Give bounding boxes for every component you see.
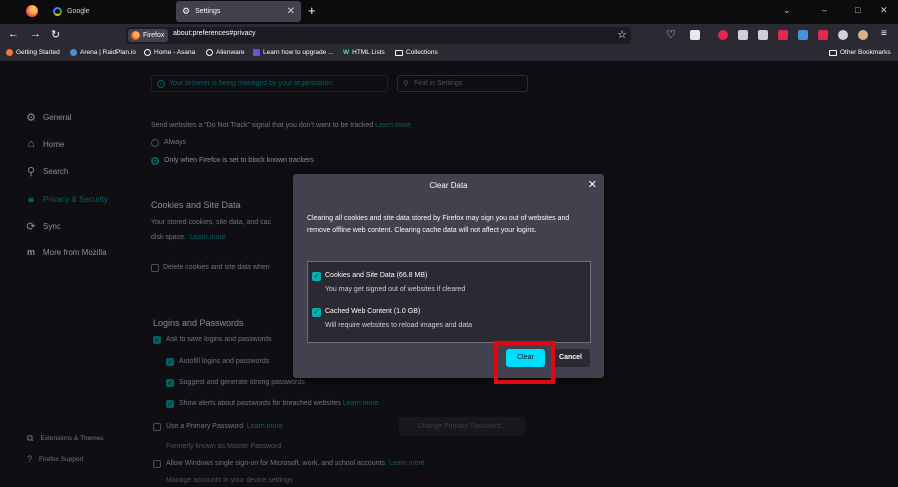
highlight-box: [494, 341, 555, 384]
folder-icon: [395, 49, 403, 56]
cache-option-title[interactable]: Cached Web Content (1.0 GB): [325, 308, 420, 315]
google-favicon-icon: [53, 7, 62, 16]
reload-icon[interactable]: ↻: [51, 28, 60, 41]
gear-icon: ⚙: [182, 6, 191, 16]
cache-option-subtitle: Will require websites to reload images a…: [325, 322, 473, 329]
bookmark-item[interactable]: Getting Started: [6, 49, 60, 56]
dialog-description: Clearing all cookies and site data store…: [307, 215, 570, 234]
app-menu-icon[interactable]: ≡: [881, 28, 887, 39]
globe-icon: [144, 49, 151, 56]
bookmark-label: Learn how to upgrade ...: [263, 49, 334, 56]
list-all-tabs-button[interactable]: ⌄: [783, 5, 791, 16]
tab-title: Settings: [195, 8, 221, 15]
bookmark-item[interactable]: Arena | RaidPlan.io: [70, 49, 136, 56]
maximize-button[interactable]: □: [855, 5, 860, 15]
pocket-icon[interactable]: ♡: [666, 28, 676, 41]
downloads-icon[interactable]: [690, 30, 700, 40]
bookmark-label: Collections: [406, 49, 438, 56]
cookies-option-subtitle: You may get signed out of websites if cl…: [325, 286, 466, 293]
minimize-button[interactable]: –: [822, 5, 827, 15]
bookmark-label: Home - Asana: [154, 49, 196, 56]
raidplan-icon: [70, 49, 77, 56]
firefox-view-icon[interactable]: [26, 5, 38, 17]
dialog-title: Clear Data: [429, 181, 468, 190]
bookmark-label: Alienware: [216, 49, 245, 56]
cancel-button[interactable]: Cancel: [551, 349, 590, 367]
close-tab-icon[interactable]: ✕: [287, 6, 295, 17]
firefox-logo-icon: [131, 31, 140, 40]
extension-icon[interactable]: [838, 30, 848, 40]
globe-icon: [206, 49, 213, 56]
extension-icon[interactable]: [738, 30, 748, 40]
extension-icon[interactable]: [758, 30, 768, 40]
bookmark-favicon-icon: W: [343, 49, 350, 56]
forward-arrow-icon[interactable]: →: [30, 28, 41, 40]
extension-icon[interactable]: [798, 30, 808, 40]
bookmark-label: Other Bookmarks: [840, 49, 891, 56]
cookies-site-data-checkbox[interactable]: ✓: [312, 272, 321, 281]
clear-options-list: ✓ Cookies and Site Data (66.8 MB) You ma…: [307, 261, 591, 343]
bookmark-favicon-icon: [253, 49, 260, 56]
bookmark-label: Arena | RaidPlan.io: [80, 49, 136, 56]
bookmark-item[interactable]: Alienware: [206, 49, 245, 56]
bookmark-label: Getting Started: [16, 49, 60, 56]
adblock-extension-icon[interactable]: [718, 30, 728, 40]
cached-content-checkbox[interactable]: ✓: [312, 308, 321, 317]
clear-data-dialog: Clear Data ✕ Clearing all cookies and si…: [293, 174, 604, 378]
extension-icon[interactable]: [778, 30, 788, 40]
identity-label: Firefox: [143, 32, 165, 39]
extension-icon[interactable]: [818, 30, 828, 40]
bookmarks-toolbar: Getting Started Arena | RaidPlan.io Home…: [0, 46, 898, 62]
bookmark-star-icon[interactable]: ☆: [617, 28, 627, 41]
tab-google[interactable]: Google: [47, 1, 171, 22]
tab-strip: Google ⚙ Settings ✕ + ⌄ – □ ✕: [0, 0, 898, 24]
bookmark-item[interactable]: W HTML Lists: [343, 49, 385, 56]
url-bar[interactable]: Firefox about:preferences#privacy ☆: [126, 27, 631, 44]
bookmark-folder[interactable]: Collections: [395, 49, 438, 56]
url-text[interactable]: about:preferences#privacy: [173, 30, 256, 37]
close-icon[interactable]: ✕: [588, 178, 597, 191]
new-tab-button[interactable]: +: [308, 3, 316, 18]
firefox-icon: [6, 49, 13, 56]
tab-settings[interactable]: ⚙ Settings ✕: [176, 1, 301, 22]
bookmark-item[interactable]: Home - Asana: [144, 49, 195, 56]
identity-box[interactable]: Firefox: [128, 29, 169, 42]
folder-icon: [829, 49, 837, 56]
cookies-option-title[interactable]: Cookies and Site Data (66.8 MB): [325, 272, 427, 279]
close-window-button[interactable]: ✕: [880, 5, 888, 16]
bookmark-label: HTML Lists: [352, 49, 385, 56]
account-avatar-icon[interactable]: [858, 30, 868, 40]
bookmark-item[interactable]: Learn how to upgrade ...: [253, 49, 333, 56]
tab-title: Google: [67, 8, 90, 15]
other-bookmarks-folder[interactable]: Other Bookmarks: [829, 49, 891, 56]
back-arrow-icon[interactable]: ←: [8, 28, 19, 40]
